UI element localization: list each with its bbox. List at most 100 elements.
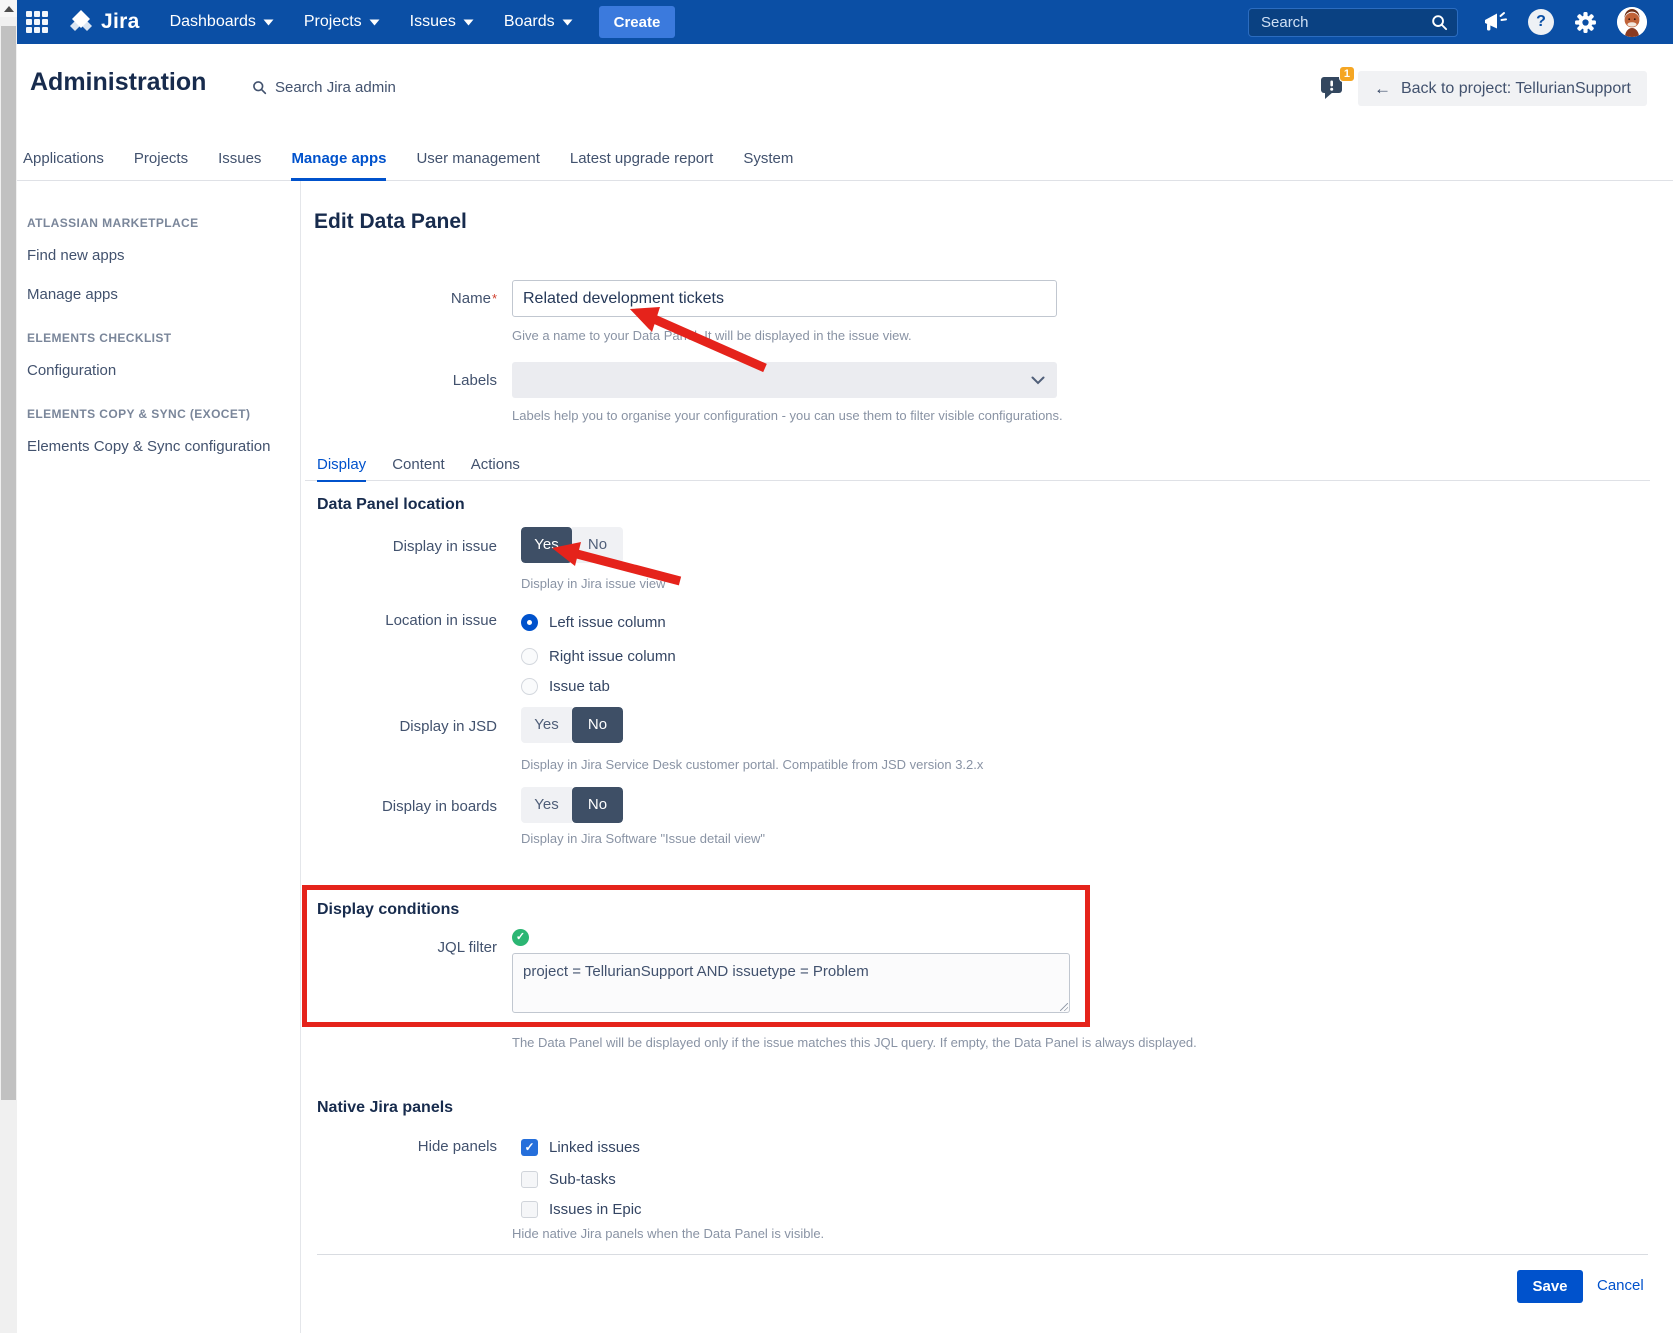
display-in-boards-yes-button[interactable]: Yes: [521, 787, 572, 823]
display-in-jsd-label: Display in JSD: [302, 717, 497, 737]
admin-tab-manage-apps[interactable]: Manage apps: [291, 138, 386, 181]
display-in-issue-no-button[interactable]: No: [572, 527, 623, 563]
display-in-jsd-no-button[interactable]: No: [572, 707, 623, 743]
checkbox-option-sub-tasks[interactable]: Sub-tasks: [521, 1168, 616, 1190]
radio-option-right-issue-column[interactable]: Right issue column: [521, 645, 676, 667]
up-triangle-icon: [4, 6, 14, 12]
save-button[interactable]: Save: [1517, 1270, 1583, 1303]
chevron-down-icon: [463, 19, 474, 26]
create-button[interactable]: Create: [599, 6, 676, 38]
notifications-icon[interactable]: 1: [1319, 73, 1349, 107]
labels-label: Labels: [302, 371, 497, 391]
sidebar-section-heading: ATLASSIAN MARKETPLACE: [27, 216, 276, 230]
scrollbar-up-arrow[interactable]: [0, 0, 17, 17]
back-to-project-label: Back to project: TellurianSupport: [1401, 80, 1631, 98]
avatar-face-icon: [1617, 7, 1647, 37]
app-switcher-icon[interactable]: [26, 11, 48, 33]
chevron-down-icon: [263, 19, 274, 26]
jira-mark-icon: [68, 9, 94, 35]
checkbox-unchecked-icon[interactable]: [521, 1171, 538, 1188]
display-in-issue-yes-button[interactable]: Yes: [521, 527, 572, 563]
labels-helper-text: Labels help you to organise your configu…: [512, 408, 1063, 423]
global-search-box[interactable]: [1248, 8, 1458, 37]
name-label: Name*: [302, 289, 497, 309]
back-to-project-button[interactable]: ← Back to project: TellurianSupport: [1358, 71, 1647, 106]
chevron-down-icon: [369, 19, 380, 26]
checkbox-checked-icon[interactable]: ✓: [521, 1139, 538, 1156]
notification-count-badge: 1: [1339, 66, 1355, 82]
location-in-issue-label: Location in issue: [302, 611, 497, 631]
settings-gear-icon[interactable]: [1574, 11, 1597, 34]
sidebar-item-find-new-apps[interactable]: Find new apps: [27, 246, 276, 265]
radio-option-issue-tab[interactable]: Issue tab: [521, 675, 610, 697]
sidebar-item-configuration[interactable]: Configuration: [27, 361, 276, 380]
user-avatar[interactable]: [1617, 7, 1647, 37]
panel-tab-content[interactable]: Content: [392, 456, 445, 482]
admin-tab-user-management[interactable]: User management: [416, 138, 539, 181]
name-input[interactable]: [512, 280, 1057, 317]
display-in-boards-toggle: Yes No: [521, 787, 623, 823]
global-search-input[interactable]: [1259, 13, 1431, 32]
nav-item-label: Issues: [410, 13, 456, 31]
search-icon: [252, 80, 267, 95]
radio-unselected-icon[interactable]: [521, 678, 538, 695]
admin-tab-issues[interactable]: Issues: [218, 138, 261, 181]
labels-select[interactable]: [512, 362, 1057, 398]
hide-panels-helper: Hide native Jira panels when the Data Pa…: [512, 1226, 824, 1241]
section-heading-native-panels: Native Jira panels: [317, 1099, 453, 1117]
radio-option-label: Right issue column: [549, 648, 676, 665]
checkbox-option-label: Linked issues: [549, 1139, 640, 1156]
display-in-boards-helper: Display in Jira Software "Issue detail v…: [521, 831, 765, 846]
checkbox-option-label: Issues in Epic: [549, 1201, 642, 1218]
nav-item-boards[interactable]: Boards: [504, 13, 573, 31]
section-heading-location: Data Panel location: [317, 496, 465, 514]
display-in-boards-label: Display in boards: [302, 797, 497, 817]
top-navigation-bar: Jira Dashboards Projects Issues Boards Crea…: [17, 0, 1673, 44]
sidebar-item-manage-apps[interactable]: Manage apps: [27, 285, 276, 304]
page-title: Administration: [30, 68, 206, 97]
textarea-resize-handle[interactable]: [1060, 1003, 1068, 1011]
checkbox-option-issues-in-epic[interactable]: Issues in Epic: [521, 1198, 642, 1220]
nav-item-issues[interactable]: Issues: [410, 13, 474, 31]
admin-tab-applications[interactable]: Applications: [23, 138, 104, 181]
nav-item-label: Boards: [504, 13, 555, 31]
jql-filter-textarea[interactable]: project = TellurianSupport AND issuetype…: [512, 953, 1070, 1013]
chevron-down-icon: [1031, 376, 1045, 385]
display-in-issue-toggle: Yes No: [521, 527, 623, 563]
announcement-megaphone-icon[interactable]: [1482, 10, 1508, 34]
help-icon[interactable]: ?: [1528, 9, 1554, 35]
admin-tab-system[interactable]: System: [743, 138, 793, 181]
panel-tab-display[interactable]: Display: [317, 456, 366, 482]
scrollbar-thumb[interactable]: [1, 26, 16, 1100]
admin-tab-latest-upgrade-report[interactable]: Latest upgrade report: [570, 138, 713, 181]
admin-tab-projects[interactable]: Projects: [134, 138, 188, 181]
nav-item-label: Projects: [304, 13, 362, 31]
jira-logo[interactable]: Jira: [68, 9, 140, 35]
sidebar-item-elements-copy-sync-configuration[interactable]: Elements Copy & Sync configuration: [27, 437, 276, 456]
radio-option-label: Left issue column: [549, 614, 666, 631]
panel-tab-actions[interactable]: Actions: [471, 456, 520, 482]
checkbox-unchecked-icon[interactable]: [521, 1201, 538, 1218]
admin-tab-bar: Applications Projects Issues Manage apps Use…: [17, 138, 1673, 181]
radio-unselected-icon[interactable]: [521, 648, 538, 665]
radio-selected-icon[interactable]: [521, 614, 538, 631]
footer-divider: [317, 1254, 1648, 1255]
jql-valid-icon: ✓: [512, 929, 529, 946]
radio-option-label: Issue tab: [549, 678, 610, 695]
panel-tab-bar: Display Content Actions: [317, 456, 520, 482]
window-scrollbar[interactable]: [0, 0, 17, 1333]
jql-filter-label: JQL filter: [302, 938, 497, 958]
nav-item-dashboards[interactable]: Dashboards: [170, 13, 274, 31]
radio-option-left-issue-column[interactable]: Left issue column: [521, 611, 666, 633]
checkbox-option-label: Sub-tasks: [549, 1171, 616, 1188]
admin-search[interactable]: Search Jira admin: [252, 79, 396, 96]
cancel-link[interactable]: Cancel: [1597, 1277, 1644, 1294]
nav-item-projects[interactable]: Projects: [304, 13, 380, 31]
display-in-jsd-yes-button[interactable]: Yes: [521, 707, 572, 743]
display-in-issue-label: Display in issue: [302, 537, 497, 557]
jira-logo-text: Jira: [101, 10, 140, 34]
sidebar-section-heading: ELEMENTS COPY & SYNC (EXOCET): [27, 407, 276, 421]
back-arrow-icon: ←: [1374, 79, 1391, 99]
checkbox-option-linked-issues[interactable]: ✓ Linked issues: [521, 1136, 640, 1158]
display-in-boards-no-button[interactable]: No: [572, 787, 623, 823]
